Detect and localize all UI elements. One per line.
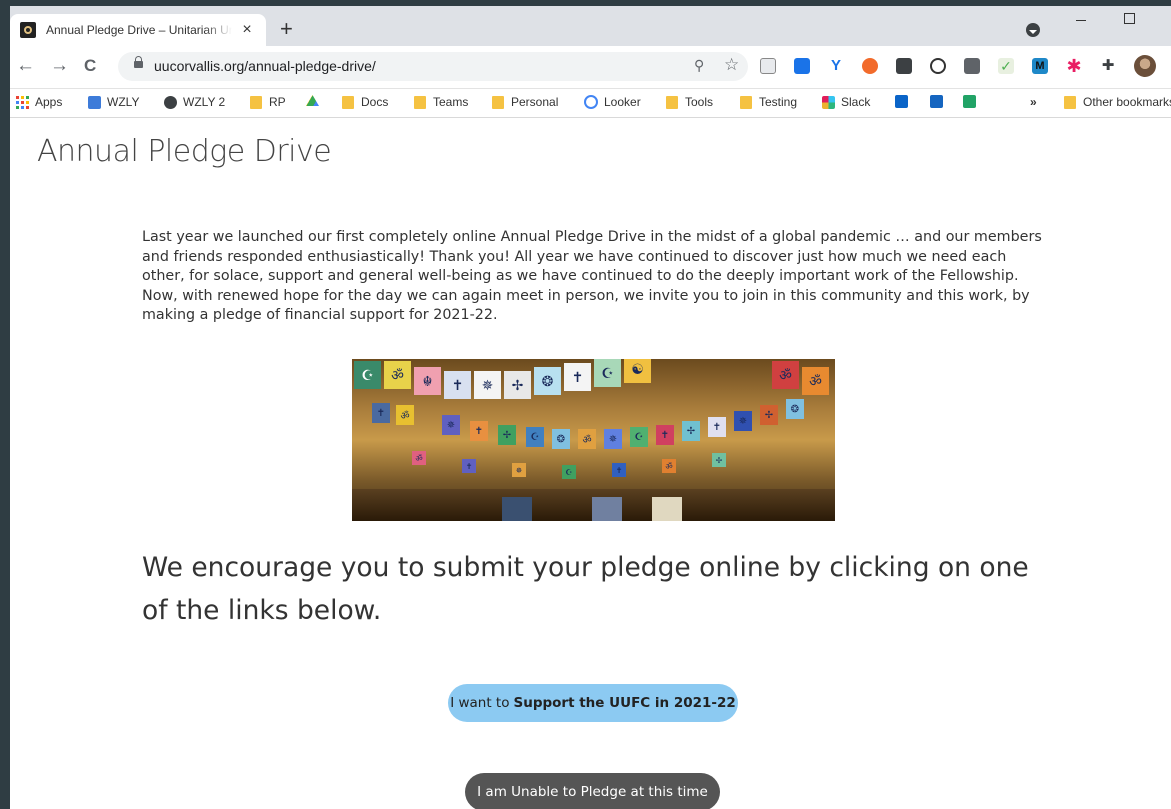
- support-button-prefix: I want to: [450, 695, 510, 711]
- bookmark-docs[interactable]: Docs: [342, 95, 388, 109]
- bookmark-label: Apps: [35, 95, 63, 109]
- unable-to-pledge-button[interactable]: I am Unable to Pledge at this time: [465, 773, 720, 809]
- extensions-puzzle-icon[interactable]: ✚: [1100, 58, 1116, 74]
- profile-menu-icon[interactable]: [1026, 23, 1040, 37]
- outlook-icon: [895, 95, 908, 108]
- extension-icon[interactable]: M: [1032, 58, 1048, 74]
- extension-icon[interactable]: [794, 58, 810, 74]
- browser-window: Annual Pledge Drive – Unitarian Universa…: [10, 6, 1171, 809]
- bookmarks-bar: Apps WZLY WZLY 2 RP Docs Teams Personal: [10, 89, 1171, 118]
- avatar[interactable]: [1134, 55, 1156, 77]
- apps-grid-icon: [16, 95, 29, 109]
- bookmark-label: Docs: [361, 95, 389, 109]
- bookmark-label: WZLY: [107, 95, 140, 109]
- folder-icon: [414, 95, 426, 109]
- lead-heading: We encourage you to submit your pledge o…: [142, 552, 1029, 626]
- folder-icon: [250, 95, 262, 109]
- bookmark-personal[interactable]: Personal: [492, 95, 558, 109]
- bookmark-other[interactable]: Other bookmarks: [1064, 95, 1171, 109]
- page-content: Annual Pledge Drive Last year we launche…: [10, 118, 1171, 809]
- lock-icon: [134, 56, 143, 68]
- bookmark-label: Other bookmarks: [1083, 95, 1171, 109]
- bookmark-testing[interactable]: Testing: [740, 95, 797, 109]
- support-button-bold: Support the UUFC in 2021-22: [513, 695, 736, 711]
- prayer-flags-image: ☪ ॐ ☬ ✝ ✵ ✢ ❂ ✝ ☪ ☯ ॐ ॐ ✝ ॐ ✵ ✝ ✢ ☪ ❂ ॐ …: [352, 359, 835, 521]
- bookmark-drive[interactable]: [306, 95, 325, 108]
- folder-icon: [666, 95, 678, 109]
- globe-icon: [164, 95, 177, 109]
- new-tab-button[interactable]: +: [280, 18, 293, 40]
- app-icon: [930, 95, 943, 108]
- bookmark-wzly-2[interactable]: WZLY 2: [164, 95, 225, 109]
- bookmark-slack[interactable]: Slack: [822, 95, 870, 109]
- bookmark-app[interactable]: [930, 95, 949, 108]
- sheets-icon: [963, 95, 976, 108]
- url-text[interactable]: uucorvallis.org/annual-pledge-drive/: [154, 58, 376, 74]
- bookmark-rp[interactable]: RP: [250, 95, 286, 109]
- site-favicon-icon: [20, 22, 36, 38]
- search-zoom-icon[interactable]: ⚲: [694, 57, 704, 74]
- tab-strip: Annual Pledge Drive – Unitarian Universa…: [10, 6, 1171, 46]
- folder-icon: [740, 95, 752, 109]
- extension-icon[interactable]: ✱: [1066, 57, 1082, 75]
- folder-icon: [342, 95, 354, 109]
- page-title: Annual Pledge Drive: [37, 134, 332, 169]
- browser-tab[interactable]: Annual Pledge Drive – Unitarian Universa…: [10, 14, 266, 46]
- reload-button[interactable]: C: [84, 55, 96, 77]
- bookmark-wzly[interactable]: WZLY: [88, 95, 139, 109]
- extension-icon[interactable]: ✓: [998, 58, 1014, 74]
- minimize-button[interactable]: [1076, 12, 1086, 26]
- folder-icon: [492, 95, 504, 109]
- bookmark-label: Testing: [759, 95, 798, 109]
- bookmark-label: Tools: [685, 95, 714, 109]
- bookmark-sheets[interactable]: [963, 95, 982, 108]
- extension-icon[interactable]: [760, 58, 776, 74]
- tab-title: Annual Pledge Drive – Unitarian Universa…: [46, 23, 232, 37]
- folder-icon: [1064, 95, 1076, 109]
- bookmark-label: WZLY 2: [183, 95, 226, 109]
- bookmark-label: Looker: [604, 95, 641, 109]
- looker-icon: [584, 95, 598, 109]
- bookmark-label: RP: [269, 95, 286, 109]
- bookmark-apps[interactable]: Apps: [16, 95, 62, 109]
- maximize-button[interactable]: [1124, 13, 1135, 24]
- support-pledge-button[interactable]: I want to Support the UUFC in 2021-22: [448, 684, 738, 722]
- bookmark-teams[interactable]: Teams: [414, 95, 468, 109]
- bookmark-star-icon[interactable]: ☆: [724, 55, 739, 75]
- google-drive-icon: [306, 95, 319, 107]
- extension-icon[interactable]: [964, 58, 980, 74]
- extension-icon[interactable]: [862, 58, 878, 74]
- more-bookmarks-button[interactable]: »: [1030, 95, 1037, 109]
- wzly-icon: [88, 95, 101, 109]
- bookmark-label: Slack: [841, 95, 871, 109]
- bookmark-label: Personal: [511, 95, 559, 109]
- slack-icon: [822, 95, 835, 109]
- bookmark-label: Teams: [433, 95, 469, 109]
- browser-toolbar: ← → C uucorvallis.org/annual-pledge-driv…: [10, 46, 1171, 89]
- address-bar[interactable]: uucorvallis.org/annual-pledge-drive/ ⚲ ☆: [118, 52, 748, 81]
- extension-icon[interactable]: [930, 58, 946, 74]
- bookmark-looker[interactable]: Looker: [584, 95, 641, 109]
- back-button[interactable]: ←: [16, 55, 35, 77]
- tab-close-icon[interactable]: ×: [238, 21, 256, 39]
- bookmark-tools[interactable]: Tools: [666, 95, 713, 109]
- forward-button[interactable]: →: [50, 55, 69, 77]
- extension-icon[interactable]: Y: [828, 58, 844, 74]
- bookmark-outlook[interactable]: [895, 95, 914, 108]
- intro-paragraph: Last year we launched our first complete…: [142, 229, 1042, 323]
- extension-icon[interactable]: [896, 58, 912, 74]
